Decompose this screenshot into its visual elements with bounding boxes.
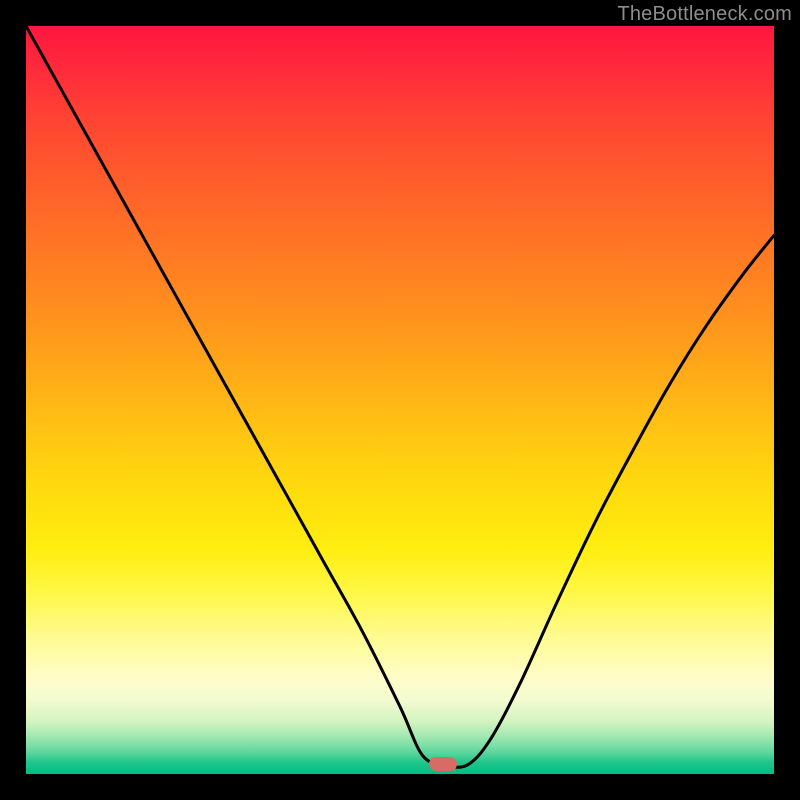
plot-area xyxy=(26,26,774,774)
optimal-point-marker xyxy=(429,757,457,771)
watermark-text: TheBottleneck.com xyxy=(617,3,792,26)
bottleneck-curve xyxy=(26,26,774,774)
